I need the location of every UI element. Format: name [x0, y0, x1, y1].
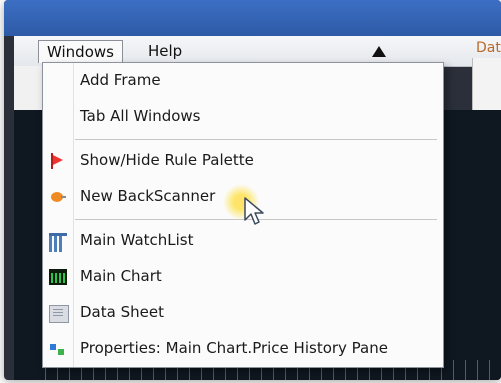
- menu-separator: [75, 139, 437, 140]
- data-tab-label: Dat: [476, 40, 501, 56]
- menu-item-main-watchlist[interactable]: Main WatchList: [43, 227, 443, 255]
- menu-item-label: Tab All Windows: [80, 107, 201, 125]
- menu-item-label: Show/Hide Rule Palette: [80, 151, 254, 169]
- chart-icon: [49, 269, 67, 285]
- menu-windows[interactable]: Windows: [38, 40, 123, 63]
- menu-item-main-chart[interactable]: Main Chart: [43, 263, 443, 291]
- menu-help[interactable]: Help: [140, 40, 190, 62]
- menu-item-label: Data Sheet: [80, 303, 164, 321]
- mouse-cursor-icon: [244, 197, 264, 225]
- menu-item-properties[interactable]: Properties: Main Chart.Price History Pan…: [43, 335, 443, 363]
- watchlist-icon: [49, 233, 67, 252]
- menu-item-label: Properties: Main Chart.Price History Pan…: [80, 339, 388, 357]
- menu-item-label: Add Frame: [80, 71, 161, 89]
- title-bar: [4, 0, 501, 36]
- menu-item-label: Main WatchList: [80, 231, 194, 249]
- menu-item-label: New BackScanner: [80, 187, 216, 205]
- menu-item-data-sheet[interactable]: Data Sheet: [43, 299, 443, 327]
- menu-item-add-frame[interactable]: Add Frame: [43, 67, 443, 95]
- red-flag-icon: [49, 153, 67, 169]
- menu-item-tab-all-windows[interactable]: Tab All Windows: [43, 103, 443, 131]
- up-arrow-icon[interactable]: [372, 46, 386, 57]
- properties-icon: [49, 341, 67, 357]
- right-panel: [472, 58, 501, 118]
- menu-item-label: Main Chart: [80, 267, 162, 285]
- orange-scanner-icon: [49, 189, 67, 205]
- datasheet-icon: [49, 305, 69, 323]
- menu-item-show-hide-rule-palette[interactable]: Show/Hide Rule Palette: [43, 147, 443, 175]
